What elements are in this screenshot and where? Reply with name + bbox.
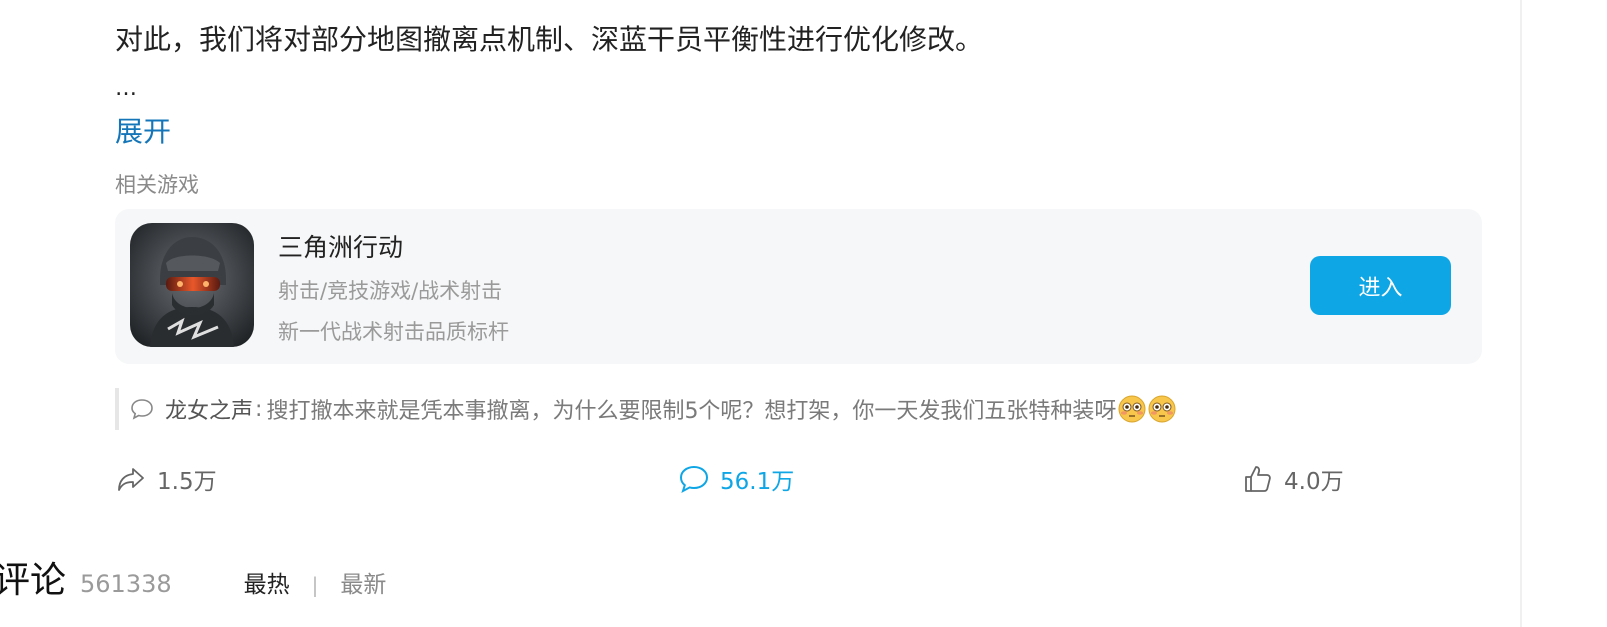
comment-author-separator: : xyxy=(255,396,263,422)
share-icon xyxy=(118,468,144,491)
sort-newest-tab[interactable]: 最新 xyxy=(340,565,386,599)
share-count: 1.5万 xyxy=(157,469,217,495)
sort-hottest-tab[interactable]: 最热 xyxy=(244,565,290,599)
post-body-text: 对此，我们将对部分地图撤离点机制、深蓝干员平衡性进行优化修改。 xyxy=(115,23,984,56)
related-game-card[interactable]: 三角洲行动 射击/竞技游戏/战术射击 新一代战术射击品质标杆 进入 xyxy=(115,209,1482,364)
scroll-divider xyxy=(1520,0,1522,627)
comment-bubble-icon xyxy=(131,399,153,420)
enter-game-button[interactable]: 进入 xyxy=(1310,256,1451,315)
comment-author[interactable]: 龙女之声 xyxy=(165,393,253,425)
flushed-face-emoji-icon xyxy=(1148,395,1176,423)
expand-link[interactable]: 展开 xyxy=(115,110,171,150)
comment-text: 搜打撤本来就是凭本事撤离，为什么要限制5个呢？想打架，你一天发我们五张特种装呀 xyxy=(266,399,1117,424)
related-games-label: 相关游戏 xyxy=(115,173,199,197)
comments-title: 评论 xyxy=(0,560,67,601)
like-count: 4.0万 xyxy=(1284,469,1344,495)
hot-comment-preview[interactable]: 龙女之声 : 搜打撤本来就是凭本事撤离，为什么要限制5个呢？想打架，你一天发我们… xyxy=(115,388,1419,430)
thumbs-up-icon xyxy=(1245,466,1271,492)
comment-count: 56.1万 xyxy=(720,469,795,495)
comment-button[interactable]: 56.1万 xyxy=(678,462,794,496)
game-slogan: 新一代战术射击品质标杆 xyxy=(278,320,509,344)
post-detail-page: 对此，我们将对部分地图撤离点机制、深蓝干员平衡性进行优化修改。 … 展开 相关游… xyxy=(0,0,1607,627)
game-tags: 射击/竞技游戏/战术射击 xyxy=(278,279,503,303)
like-button[interactable]: 4.0万 xyxy=(1242,462,1344,496)
comments-total-count: 561338 xyxy=(80,570,172,598)
comments-header: 评论 561338 最热 | 最新 xyxy=(0,551,386,603)
game-cover-icon xyxy=(130,223,254,347)
share-button[interactable]: 1.5万 xyxy=(115,462,217,496)
post-ellipsis: … xyxy=(115,76,138,101)
sort-divider: | xyxy=(311,573,319,597)
game-name: 三角洲行动 xyxy=(278,233,404,262)
comment-icon xyxy=(679,465,709,494)
flushed-face-emoji-icon xyxy=(1118,395,1146,423)
